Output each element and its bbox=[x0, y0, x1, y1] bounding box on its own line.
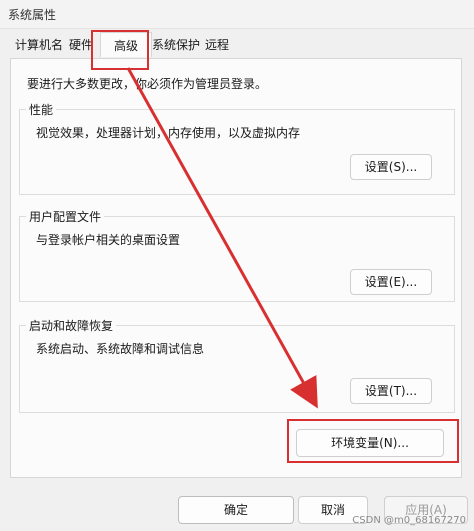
user-profiles-group: 用户配置文件 与登录帐户相关的桌面设置 设置(E)... bbox=[19, 208, 455, 302]
user-profiles-settings-button[interactable]: 设置(E)... bbox=[350, 269, 432, 295]
tab-remote[interactable]: 远程 bbox=[202, 34, 232, 56]
advanced-tab-highlight-box bbox=[91, 30, 149, 70]
performance-group: 性能 视觉效果，处理器计划，内存使用，以及虚拟内存 设置(S)... bbox=[19, 101, 455, 195]
window-title: 系统属性 bbox=[8, 8, 57, 22]
tab-strip: 计算机名 硬件 高级 系统保护 远程 bbox=[0, 32, 474, 58]
user-profiles-description: 与登录帐户相关的桌面设置 bbox=[36, 233, 181, 247]
performance-description: 视觉效果，处理器计划，内存使用，以及虚拟内存 bbox=[36, 126, 301, 140]
environment-variables-highlight-box bbox=[287, 419, 459, 463]
watermark: CSDN @m0_68167270 bbox=[352, 515, 466, 526]
startup-recovery-group: 启动和故障恢复 系统启动、系统故障和调试信息 设置(T)... bbox=[19, 317, 455, 413]
user-profiles-group-title: 用户配置文件 bbox=[26, 208, 105, 225]
startup-recovery-group-title: 启动和故障恢复 bbox=[26, 317, 117, 334]
performance-group-title: 性能 bbox=[26, 101, 57, 118]
title-bar: 系统属性 bbox=[0, 0, 474, 29]
tab-computer-name[interactable]: 计算机名 bbox=[12, 34, 66, 56]
tab-system-protection[interactable]: 系统保护 bbox=[149, 34, 203, 56]
performance-settings-button[interactable]: 设置(S)... bbox=[350, 154, 432, 180]
system-properties-window: 系统属性 计算机名 硬件 高级 系统保护 远程 要进行大多数更改，你必须作为管理… bbox=[0, 0, 474, 531]
advanced-tab-panel: 要进行大多数更改，你必须作为管理员登录。 性能 视觉效果，处理器计划，内存使用，… bbox=[10, 58, 462, 478]
startup-recovery-description: 系统启动、系统故障和调试信息 bbox=[36, 342, 205, 356]
admin-notice: 要进行大多数更改，你必须作为管理员登录。 bbox=[27, 77, 268, 91]
startup-recovery-settings-button[interactable]: 设置(T)... bbox=[350, 378, 432, 404]
ok-button[interactable]: 确定 bbox=[178, 496, 294, 524]
